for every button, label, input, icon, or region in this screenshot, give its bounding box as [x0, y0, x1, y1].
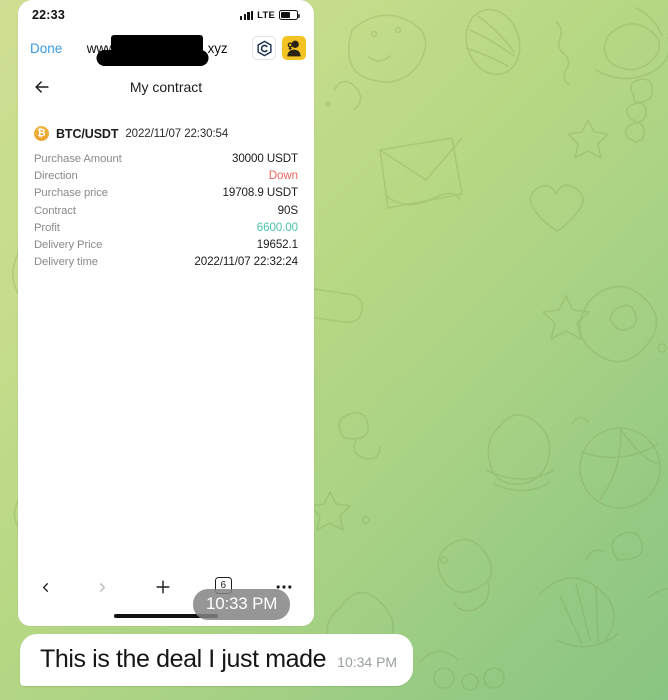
redaction-bar-secondary: [96, 50, 209, 66]
table-row: Contract 90S: [34, 204, 298, 217]
trading-pair-row: ₿ BTC/USDT 2022/11/07 22:30:54: [34, 126, 298, 141]
row-label: Purchase price: [34, 187, 108, 200]
url-bar[interactable]: www.XXXXXXXXXXxyz: [68, 33, 246, 66]
row-value: 19708.9 USDT: [222, 186, 299, 200]
table-row: Purchase price 19708.9 USDT: [34, 186, 298, 199]
done-button[interactable]: Done: [30, 41, 62, 56]
message-timestamp: 10:34 PM: [337, 654, 398, 670]
row-value: 19652.1: [256, 237, 298, 251]
table-row: Purchase Amount 30000 USDT: [34, 152, 298, 165]
trading-pair-label: BTC/USDT: [56, 126, 119, 141]
url-suffix: xyz: [207, 40, 228, 56]
row-value: 30000 USDT: [231, 152, 298, 165]
row-value: 90S: [277, 203, 298, 217]
contract-details-panel: ₿ BTC/USDT 2022/11/07 22:30:54 Purchase …: [18, 108, 314, 268]
hexagon-c-logo-icon[interactable]: [252, 36, 276, 60]
row-label: Purchase Amount: [34, 153, 122, 165]
battery-icon: [279, 10, 300, 20]
shared-screenshot-card[interactable]: 22:33 LTE Done www.XXXXXXXXXXxyz: [18, 0, 314, 626]
status-bar: 22:33 LTE: [18, 0, 314, 30]
row-value: Down: [268, 169, 298, 183]
plus-icon[interactable]: [153, 574, 173, 600]
page-title: My contract: [129, 79, 203, 95]
table-row: Delivery Price 19652.1: [34, 238, 298, 251]
row-label: Profit: [34, 221, 60, 234]
back-arrow-icon[interactable]: [32, 77, 52, 97]
browser-top-bar: Done www.XXXXXXXXXXxyz: [18, 30, 314, 66]
row-label: Delivery Price: [34, 238, 103, 251]
table-row: Direction Down: [34, 169, 298, 182]
row-label: Delivery time: [34, 256, 98, 269]
image-timestamp-badge: 10:33 PM: [193, 589, 291, 620]
page-header: My contract: [18, 66, 314, 108]
detail-rows: Purchase Amount 30000 USDT Direction Dow…: [34, 152, 298, 268]
row-label: Direction: [34, 170, 78, 183]
table-row: Delivery time 2022/11/07 22:32:24: [34, 255, 298, 268]
row-value: 6600.00: [256, 220, 298, 234]
message-text: This is the deal I just made: [40, 645, 327, 673]
bitcoin-icon: ₿: [34, 126, 49, 141]
status-bar-time: 22:33: [32, 8, 65, 22]
user-avatar-icon[interactable]: [282, 36, 306, 60]
chat-message-bubble[interactable]: This is the deal I just made 10:34 PM: [20, 634, 414, 686]
status-bar-indicators: LTE: [240, 9, 300, 21]
table-row: Profit 6600.00: [34, 221, 298, 234]
chevron-right-icon[interactable]: [95, 574, 110, 600]
row-label: Contract: [34, 204, 76, 217]
row-value: 2022/11/07 22:32:24: [194, 255, 298, 269]
order-timestamp: 2022/11/07 22:30:54: [125, 127, 229, 140]
network-type-label: LTE: [257, 9, 275, 21]
chevron-left-icon[interactable]: [38, 574, 53, 600]
signal-bars-icon: [240, 10, 254, 20]
